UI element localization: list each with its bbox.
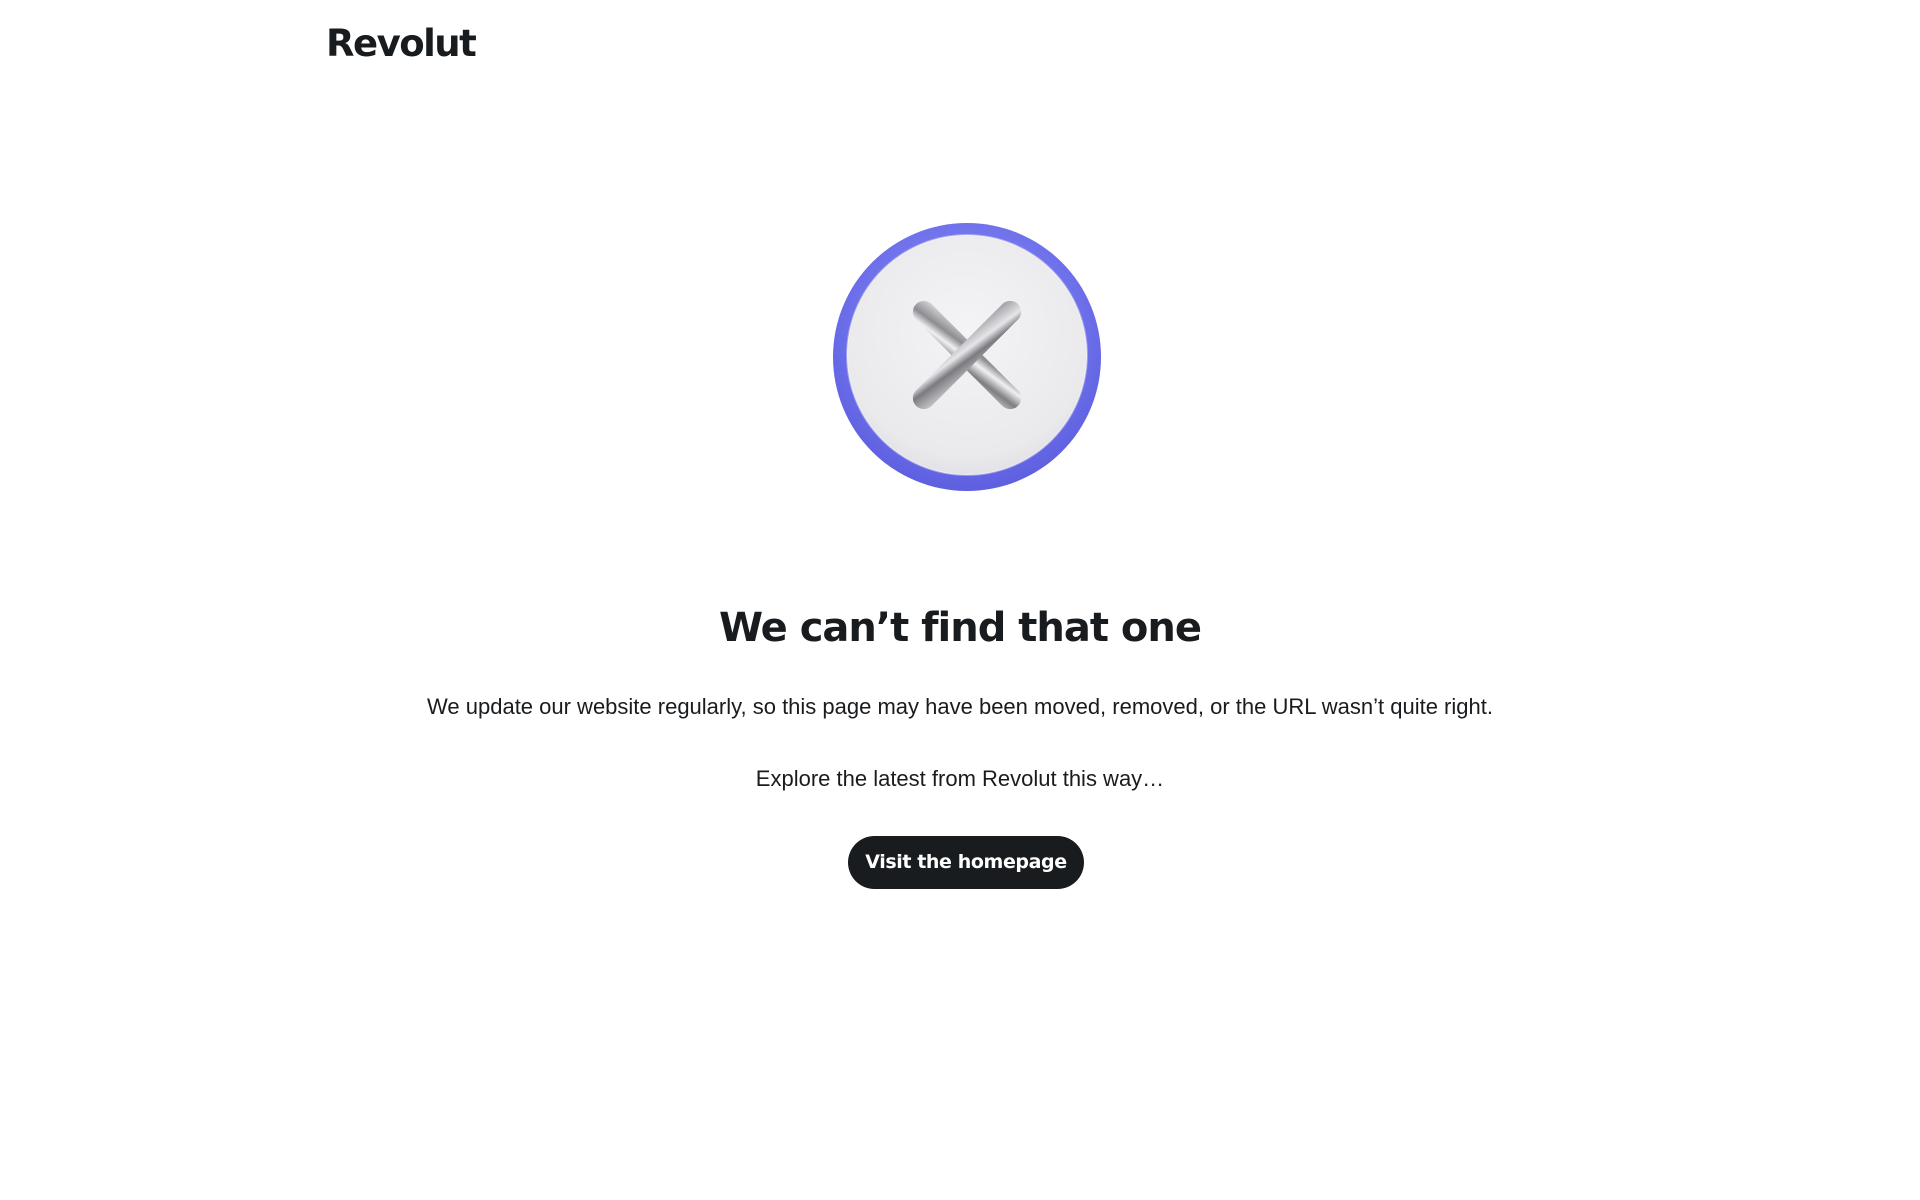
error-x-icon bbox=[831, 221, 1103, 493]
explore-text: Explore the latest from Revolut this way… bbox=[755, 766, 1165, 791]
page-title: We can’t find that one bbox=[718, 605, 1202, 651]
error-description: We update our website regularly, so this… bbox=[427, 694, 1493, 719]
not-found-content: We can’t find that one We update our web… bbox=[0, 0, 1920, 1200]
visit-homepage-button[interactable]: Visit the homepage bbox=[848, 836, 1084, 889]
